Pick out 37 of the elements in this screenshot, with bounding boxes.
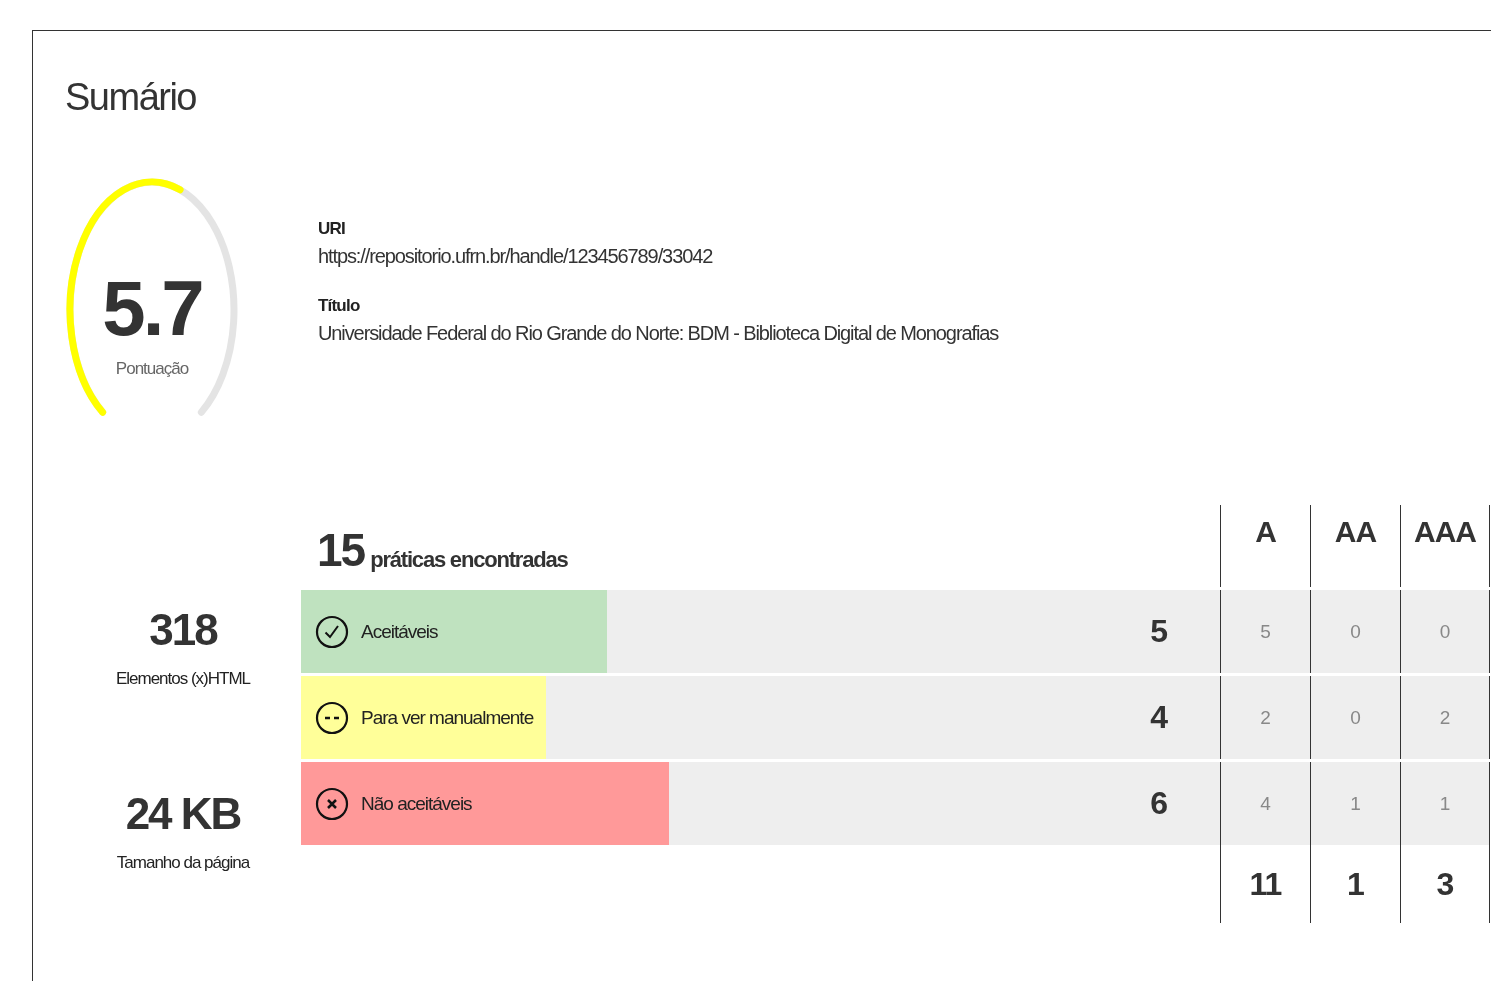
total-value: 11 bbox=[1249, 865, 1282, 903]
total-value: 3 bbox=[1436, 865, 1454, 903]
info-label: URI bbox=[318, 219, 346, 239]
table-cell: 0 bbox=[1350, 706, 1361, 729]
table-cell: 0 bbox=[1439, 620, 1451, 643]
column-header: AAA bbox=[1414, 515, 1476, 549]
x-circle-icon bbox=[315, 786, 349, 821]
dash-circle-icon bbox=[315, 700, 349, 735]
table-cell: 2 bbox=[1439, 706, 1451, 729]
info-value: Universidade Federal do Rio Grande do Norte: BDM - Biblioteca Digital de Monografias bbox=[318, 322, 999, 345]
result-count: 5 bbox=[1150, 613, 1168, 650]
info-label: Título bbox=[318, 296, 361, 316]
table-cell: 4 bbox=[1260, 792, 1271, 815]
table-cell: 1 bbox=[1350, 792, 1361, 815]
column-header: AA bbox=[1334, 515, 1377, 549]
section-title: Sumário bbox=[65, 75, 197, 119]
result-count: 4 bbox=[1150, 699, 1168, 736]
table-cell: 0 bbox=[1350, 620, 1361, 643]
stat-value: 24 KB bbox=[125, 789, 241, 839]
score-label: Pontuação bbox=[114, 359, 190, 379]
stat-value: 318 bbox=[149, 605, 217, 655]
stat-label: Tamanho da página bbox=[116, 853, 250, 873]
info-value: https://repositorio.ufrn.br/handle/123456789/33042 bbox=[318, 245, 714, 268]
table-cell: 1 bbox=[1439, 792, 1451, 815]
result-label: Não aceitáveis bbox=[361, 792, 472, 815]
total-value: 1 bbox=[1347, 865, 1364, 903]
stat-label: Elementos (x)HTML bbox=[115, 669, 251, 689]
check-circle-icon bbox=[315, 614, 349, 649]
result-label: Para ver manualmente bbox=[361, 706, 534, 729]
column-header: A bbox=[1255, 515, 1276, 549]
practice-count: 15 bbox=[317, 527, 365, 573]
result-label: Aceitáveis bbox=[361, 620, 438, 643]
score-value: 5.7 bbox=[101, 263, 203, 353]
result-count: 6 bbox=[1150, 785, 1168, 822]
table-cell: 5 bbox=[1260, 620, 1271, 643]
practice-label: práticas encontradas bbox=[370, 547, 568, 573]
table-cell: 2 bbox=[1260, 706, 1271, 729]
